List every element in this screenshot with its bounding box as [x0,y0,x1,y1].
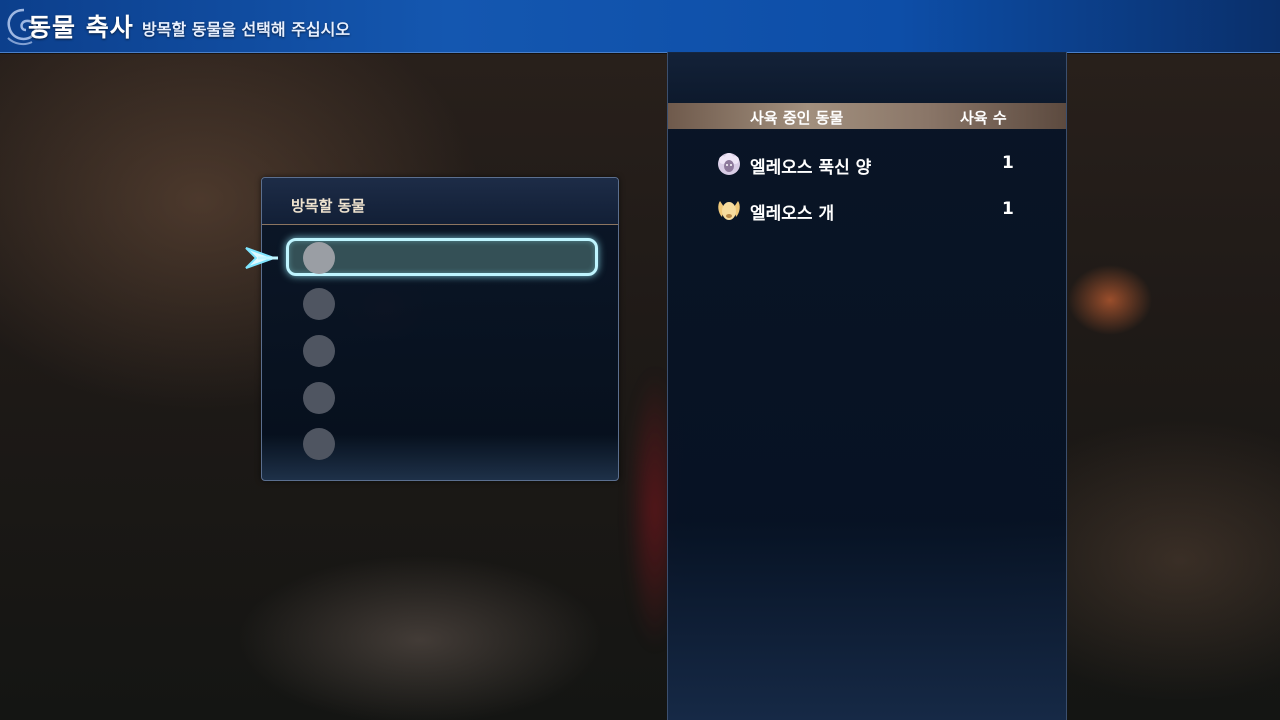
sheep-icon [718,153,740,175]
animal-name: 엘레오스 개 [750,204,835,224]
animal-count: 1 [1002,153,1014,173]
empty-slot-circle [303,382,335,414]
column-header-animal: 사육 중인 동물 [750,109,844,127]
title-bar: 동물 축사 방목할 동물을 선택해 주십시오 [0,0,1280,53]
empty-slot-circle [303,428,335,460]
screen-title: 동물 축사 [28,13,134,42]
owned-animal-row: 엘레오스 개 1 [668,195,1066,225]
release-slot-5[interactable] [262,424,618,464]
owned-animals-panel: 사육 중인 동물 사육 수 엘레오스 푹신 양 1 엘레오스 개 1 [667,52,1067,720]
owned-animal-row: 엘레오스 푹신 양 1 [668,149,1066,179]
release-slot-4[interactable] [262,378,618,418]
animal-count: 1 [1002,199,1014,219]
release-panel-header: 방목할 동물 [262,178,618,225]
release-animal-panel: 방목할 동물 [245,177,619,481]
release-slot-1[interactable] [245,238,618,278]
dog-icon [718,201,740,220]
release-slot-2[interactable] [262,284,618,324]
empty-slot-circle [303,288,335,320]
empty-slot-circle [303,335,335,367]
owned-column-header: 사육 중인 동물 사육 수 [668,103,1066,129]
animal-name: 엘레오스 푹신 양 [750,158,872,178]
release-slot-3[interactable] [262,331,618,371]
release-panel-title: 방목할 동물 [291,197,366,215]
arrow-cursor-icon [245,247,278,269]
screen-instruction: 방목할 동물을 선택해 주십시오 [142,20,351,39]
empty-slot-circle [303,242,335,274]
column-header-count: 사육 수 [960,109,1007,127]
